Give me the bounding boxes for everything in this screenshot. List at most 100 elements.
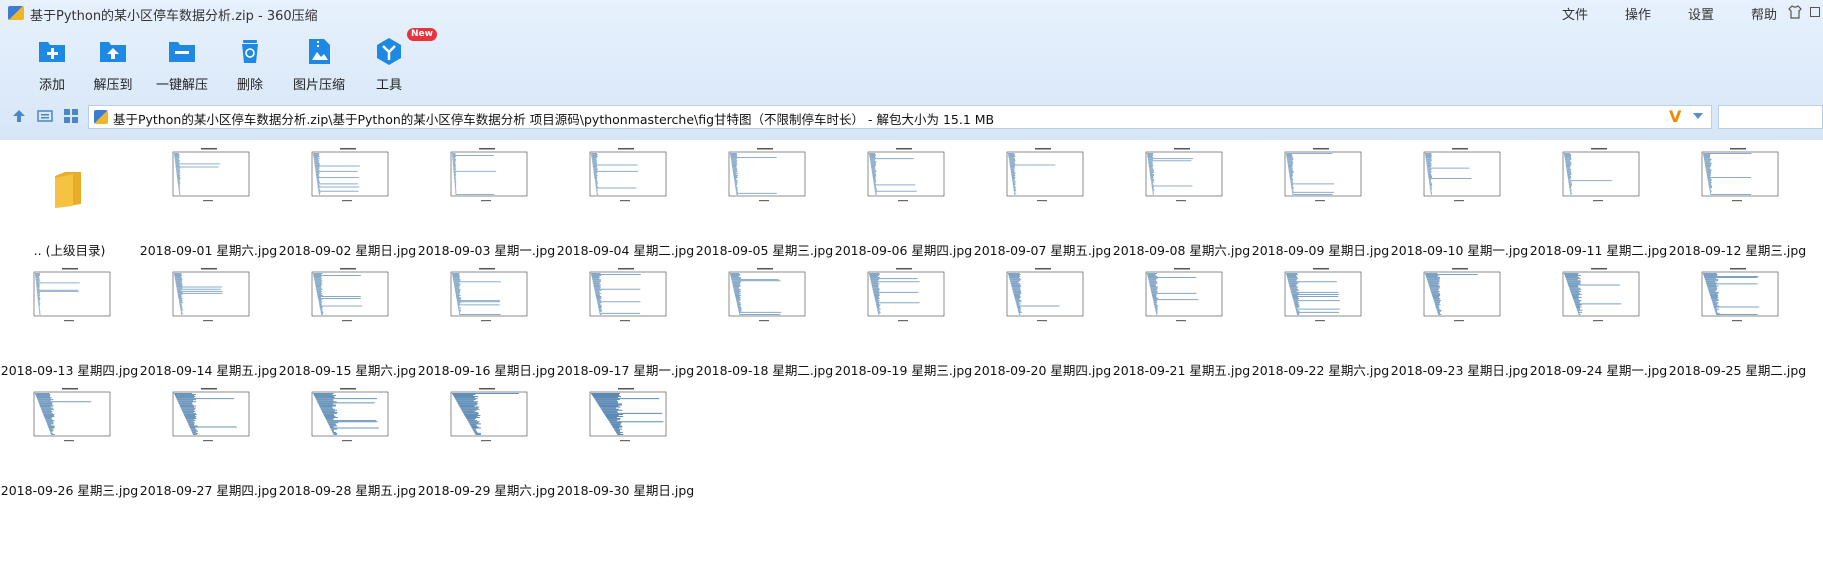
image-thumbnail (163, 386, 253, 446)
add-icon (39, 42, 65, 62)
file-item[interactable]: 2018-09-13 星期四.jpg (0, 260, 139, 378)
address-bar[interactable]: 基于Python的某小区停车数据分析.zip\基于Python的某小区停车数据分… (88, 105, 1712, 129)
file-item[interactable]: 2018-09-30 星期日.jpg (556, 380, 695, 498)
delete-icon (242, 40, 258, 63)
file-item[interactable]: 2018-09-14 星期五.jpg (139, 260, 278, 378)
tools-icon (377, 38, 401, 65)
top-area: 基于Python的某小区停车数据分析.zip - 360压缩 文件 操作 设置 … (0, 0, 1823, 140)
zip-icon (94, 110, 108, 124)
file-item[interactable]: 2018-09-25 星期二.jpg (1668, 260, 1807, 378)
menu-help[interactable]: 帮助 (1749, 3, 1779, 23)
tools-button[interactable]: New 工具 (347, 28, 437, 93)
file-name: 2018-09-16 星期日.jpg (417, 363, 556, 378)
file-item[interactable]: 2018-09-07 星期五.jpg (973, 140, 1112, 258)
image-thumbnail (441, 146, 531, 206)
file-name: 2018-09-22 星期六.jpg (1251, 363, 1390, 378)
file-item[interactable]: 2018-09-04 星期二.jpg (556, 140, 695, 258)
file-item[interactable]: 2018-09-21 星期五.jpg (1112, 260, 1251, 378)
v-logo-icon[interactable]: V (1669, 109, 1681, 125)
navigation-row: 基于Python的某小区停车数据分析.zip\基于Python的某小区停车数据分… (0, 104, 1823, 132)
file-item[interactable]: 2018-09-18 星期二.jpg (695, 260, 834, 378)
image-thumbnail (24, 386, 114, 446)
file-item[interactable]: 2018-09-06 星期四.jpg (834, 140, 973, 258)
file-item[interactable]: 2018-09-27 星期四.jpg (139, 380, 278, 498)
file-name: 2018-09-26 星期三.jpg (0, 483, 139, 498)
file-item[interactable]: 2018-09-10 星期一.jpg (1390, 140, 1529, 258)
image-thumbnail (580, 386, 670, 446)
parent-folder-item[interactable]: .. (上级目录) (0, 140, 139, 258)
file-name: 2018-09-03 星期一.jpg (417, 243, 556, 258)
image-thumbnail (1553, 266, 1643, 326)
image-thumbnail (858, 146, 948, 206)
image-thumbnail (997, 146, 1087, 206)
file-item[interactable]: 2018-09-05 星期三.jpg (695, 140, 834, 258)
file-item[interactable]: 2018-09-09 星期日.jpg (1251, 140, 1390, 258)
menu-settings[interactable]: 设置 (1686, 3, 1716, 23)
file-name: 2018-09-13 星期四.jpg (0, 363, 139, 378)
file-name: 2018-09-21 星期五.jpg (1112, 363, 1251, 378)
menu-operate[interactable]: 操作 (1623, 3, 1653, 23)
image-thumbnail (302, 266, 392, 326)
file-item[interactable]: 2018-09-01 星期六.jpg (139, 140, 278, 258)
thumbnail-view-icon[interactable] (63, 108, 79, 124)
image-thumbnail (1275, 266, 1365, 326)
image-thumbnail (163, 266, 253, 326)
folder-icon (55, 172, 81, 208)
file-item[interactable]: 2018-09-11 星期二.jpg (1529, 140, 1668, 258)
image-thumbnail (302, 146, 392, 206)
file-item[interactable]: 2018-09-23 星期日.jpg (1390, 260, 1529, 378)
file-name: 2018-09-08 星期六.jpg (1112, 243, 1251, 258)
detail-view-icon[interactable] (37, 108, 53, 124)
file-name: .. (上级目录) (33, 243, 106, 258)
file-item[interactable]: 2018-09-19 星期三.jpg (834, 260, 973, 378)
image-thumbnail (858, 266, 948, 326)
file-name: 2018-09-15 星期六.jpg (278, 363, 417, 378)
file-name: 2018-09-30 星期日.jpg (556, 483, 695, 498)
file-item[interactable]: 2018-09-12 星期三.jpg (1668, 140, 1807, 258)
file-name: 2018-09-20 星期四.jpg (973, 363, 1112, 378)
window-control-icon[interactable] (1810, 7, 1820, 17)
file-item[interactable]: 2018-09-02 星期日.jpg (278, 140, 417, 258)
window-title: 基于Python的某小区停车数据分析.zip - 360压缩 (30, 9, 318, 24)
menu-file[interactable]: 文件 (1560, 3, 1590, 23)
file-name: 2018-09-17 星期一.jpg (556, 363, 695, 378)
file-item[interactable]: 2018-09-24 星期一.jpg (1529, 260, 1668, 378)
title-bar: 基于Python的某小区停车数据分析.zip - 360压缩 文件 操作 设置 … (0, 0, 1823, 26)
image-thumbnail (163, 146, 253, 206)
one-click-extract-icon (169, 42, 195, 62)
file-name: 2018-09-27 星期四.jpg (139, 483, 278, 498)
file-item[interactable]: 2018-09-26 星期三.jpg (0, 380, 139, 498)
file-item[interactable]: 2018-09-28 星期五.jpg (278, 380, 417, 498)
file-name: 2018-09-28 星期五.jpg (278, 483, 417, 498)
new-badge: New (407, 28, 437, 41)
image-thumbnail (1553, 146, 1643, 206)
image-thumbnail (441, 266, 531, 326)
file-name: 2018-09-11 星期二.jpg (1529, 243, 1668, 258)
file-item[interactable]: 2018-09-29 星期六.jpg (417, 380, 556, 498)
file-item[interactable]: 2018-09-20 星期四.jpg (973, 260, 1112, 378)
up-arrow-icon[interactable] (11, 108, 27, 124)
file-item[interactable]: 2018-09-17 星期一.jpg (556, 260, 695, 378)
file-name: 2018-09-25 星期二.jpg (1668, 363, 1807, 378)
image-thumbnail (1136, 146, 1226, 206)
file-name: 2018-09-14 星期五.jpg (139, 363, 278, 378)
search-input[interactable] (1718, 105, 1823, 129)
image-thumbnail (719, 266, 809, 326)
menu-bar: 文件 操作 设置 帮助 (1560, 3, 1812, 23)
file-item[interactable]: 2018-09-15 星期六.jpg (278, 260, 417, 378)
skin-icon[interactable] (1787, 4, 1803, 20)
file-name: 2018-09-04 星期二.jpg (556, 243, 695, 258)
image-compress-icon (309, 39, 330, 64)
file-item[interactable]: 2018-09-08 星期六.jpg (1112, 140, 1251, 258)
file-item[interactable]: 2018-09-22 星期六.jpg (1251, 260, 1390, 378)
file-item[interactable]: 2018-09-03 星期一.jpg (417, 140, 556, 258)
app-icon (8, 6, 24, 20)
chevron-down-icon[interactable] (1693, 113, 1703, 119)
file-name: 2018-09-06 星期四.jpg (834, 243, 973, 258)
image-thumbnail (1692, 266, 1782, 326)
file-item[interactable]: 2018-09-16 星期日.jpg (417, 260, 556, 378)
file-name: 2018-09-01 星期六.jpg (139, 243, 278, 258)
address-path: 基于Python的某小区停车数据分析.zip\基于Python的某小区停车数据分… (113, 112, 995, 127)
image-thumbnail (997, 266, 1087, 326)
file-name: 2018-09-07 星期五.jpg (973, 243, 1112, 258)
